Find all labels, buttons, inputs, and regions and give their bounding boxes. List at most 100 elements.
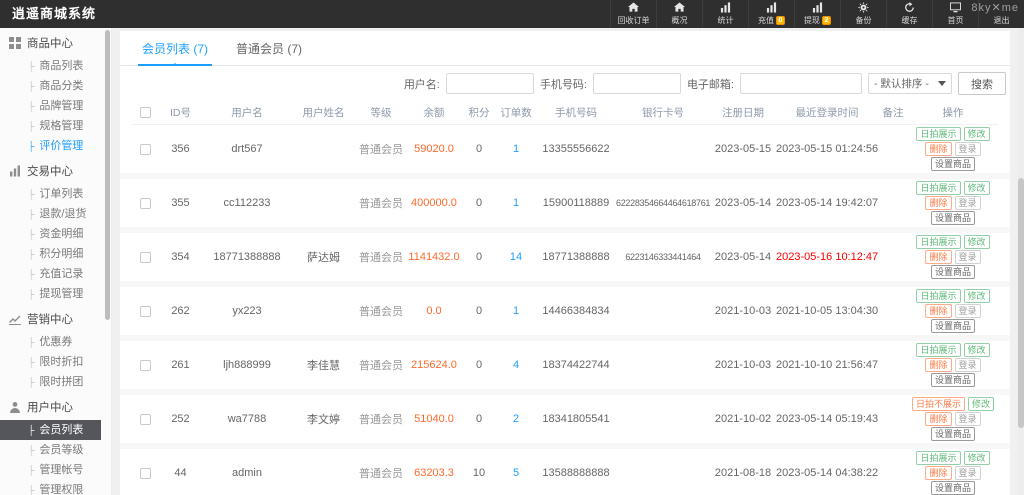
- sidebar-item-goods-list[interactable]: ├ 商品列表: [0, 56, 111, 76]
- row-checkbox[interactable]: [139, 305, 151, 317]
- sidebar-item-funds-detail[interactable]: ├ 资金明细: [0, 224, 111, 244]
- select-all-checkbox[interactable]: [139, 107, 151, 119]
- delete-button[interactable]: 删除: [925, 142, 952, 156]
- cell-id: 356: [171, 143, 190, 155]
- cell-orders[interactable]: 2: [496, 413, 536, 425]
- display-toggle-button[interactable]: 日拍不展示: [911, 397, 965, 411]
- sidebar-item-order-list[interactable]: ├ 订单列表: [0, 184, 111, 204]
- sidebar-item-admin-perms[interactable]: ├ 管理权限: [0, 480, 111, 495]
- search-button[interactable]: 搜索: [958, 72, 1006, 95]
- set-goods-button[interactable]: 设置商品: [930, 481, 975, 495]
- nav-item-recycle-orders[interactable]: 回收订单: [610, 0, 656, 28]
- action-line-1: 日拍展示 修改: [916, 451, 990, 465]
- set-goods-button[interactable]: 设置商品: [930, 157, 975, 171]
- modify-button[interactable]: 修改: [963, 343, 990, 357]
- modify-button[interactable]: 修改: [968, 397, 995, 411]
- set-goods-button[interactable]: 设置商品: [930, 265, 975, 279]
- sidebar-section-header-trade-center[interactable]: 交易中心: [0, 156, 111, 184]
- row-checkbox[interactable]: [139, 251, 151, 263]
- display-toggle-button[interactable]: 日拍展示: [916, 181, 961, 195]
- sidebar-item-coupons[interactable]: ├ 优惠券: [0, 332, 111, 352]
- sidebar-scrollbar-thumb[interactable]: [105, 30, 110, 320]
- cell-orders[interactable]: 1: [496, 143, 536, 155]
- sidebar-section-header-marketing-center[interactable]: 营销中心: [0, 304, 111, 332]
- modify-button[interactable]: 修改: [963, 451, 990, 465]
- login-button[interactable]: 登录: [954, 196, 981, 210]
- nav-item-backup[interactable]: 备份: [840, 0, 886, 28]
- search-input-username[interactable]: [445, 73, 534, 94]
- search-input-phone[interactable]: [592, 73, 681, 94]
- modify-button[interactable]: 修改: [963, 181, 990, 195]
- row-checkbox-cell: [132, 359, 158, 371]
- search-input-email[interactable]: [740, 73, 862, 94]
- sidebar-item-admin-account[interactable]: ├ 管理帐号: [0, 460, 111, 480]
- sidebar-item-goods-category[interactable]: ├ 商品分类: [0, 76, 111, 96]
- cell-orders[interactable]: 1: [496, 197, 536, 209]
- cell-orders[interactable]: 4: [496, 359, 536, 371]
- sidebar-item-points-detail[interactable]: ├ 积分明细: [0, 244, 111, 264]
- nav-item-cache[interactable]: 缓存: [886, 0, 932, 28]
- sidebar-item-label: 评价管理: [39, 140, 84, 152]
- display-toggle-button[interactable]: 日拍展示: [916, 235, 961, 249]
- set-goods-button[interactable]: 设置商品: [930, 319, 975, 333]
- cell-orders[interactable]: 5: [496, 467, 536, 479]
- cell-orders[interactable]: 14: [496, 251, 536, 263]
- modify-button[interactable]: 修改: [963, 289, 990, 303]
- sidebar-section-header-goods-center[interactable]: 商品中心: [0, 28, 111, 56]
- login-button[interactable]: 登录: [954, 466, 981, 480]
- tree-branch-icon: ├: [28, 141, 35, 151]
- page-scrollbar-thumb[interactable]: [1018, 178, 1024, 428]
- login-button[interactable]: 登录: [954, 250, 981, 264]
- sidebar-item-spec-manage[interactable]: ├ 规格管理: [0, 116, 111, 136]
- login-button[interactable]: 登录: [954, 142, 981, 156]
- row-checkbox[interactable]: [139, 467, 151, 479]
- cell-orders[interactable]: 1: [496, 305, 536, 317]
- cell-balance: 400000.0: [411, 197, 457, 209]
- row-checkbox[interactable]: [139, 413, 151, 425]
- delete-button[interactable]: 删除: [925, 358, 952, 372]
- set-goods-button[interactable]: 设置商品: [930, 427, 975, 441]
- tab-normal-members[interactable]: 普通会员 (7): [222, 31, 316, 65]
- set-goods-button[interactable]: 设置商品: [930, 211, 975, 225]
- sidebar-item-member-level[interactable]: ├ 会员等级: [0, 440, 111, 460]
- sidebar-item-flash-discount[interactable]: ├ 限时折扣: [0, 352, 111, 372]
- modify-button[interactable]: 修改: [963, 127, 990, 141]
- sidebar-item-review-manage[interactable]: ├ 评价管理: [0, 136, 111, 156]
- row-checkbox-cell: [132, 143, 158, 155]
- display-toggle-button[interactable]: 日拍展示: [916, 343, 961, 357]
- nav-item-overview[interactable]: 概况: [656, 0, 702, 28]
- display-toggle-button[interactable]: 日拍展示: [916, 127, 961, 141]
- row-checkbox[interactable]: [139, 197, 151, 209]
- delete-button[interactable]: 删除: [925, 466, 952, 480]
- display-toggle-button[interactable]: 日拍展示: [916, 451, 961, 465]
- nav-item-recharge[interactable]: 充值 0: [748, 0, 794, 28]
- sidebar-item-refund-return[interactable]: ├ 退款/退货: [0, 204, 111, 224]
- display-toggle-button[interactable]: 日拍展示: [916, 289, 961, 303]
- delete-button[interactable]: 删除: [925, 250, 952, 264]
- sidebar-item-member-list[interactable]: ├ 会员列表: [0, 420, 101, 440]
- delete-button[interactable]: 删除: [925, 304, 952, 318]
- tab-member-list[interactable]: 会员列表 (7): [128, 31, 222, 66]
- nav-item-statistics[interactable]: 统计: [702, 0, 748, 28]
- sidebar-item-brand-manage[interactable]: ├ 品牌管理: [0, 96, 111, 116]
- login-button[interactable]: 登录: [954, 412, 981, 426]
- column-header: 备注: [882, 107, 904, 119]
- sidebar-item-recharge-record[interactable]: ├ 充值记录: [0, 264, 111, 284]
- sidebar-item-group-buy[interactable]: ├ 限时拼团: [0, 372, 111, 392]
- login-button[interactable]: 登录: [954, 358, 981, 372]
- sidebar-item-withdraw-manage[interactable]: ├ 提现管理: [0, 284, 111, 304]
- login-button[interactable]: 登录: [954, 304, 981, 318]
- row-checkbox[interactable]: [139, 143, 151, 155]
- delete-button[interactable]: 删除: [925, 412, 952, 426]
- modify-button[interactable]: 修改: [963, 235, 990, 249]
- nav-item-label: 回收订单: [618, 15, 650, 26]
- sort-select[interactable]: - 默认排序 -: [868, 73, 952, 94]
- search-label-username: 用户名:: [403, 78, 440, 91]
- cell-username: drt567: [231, 143, 263, 155]
- delete-button[interactable]: 删除: [925, 196, 952, 210]
- nav-item-withdraw[interactable]: 提现 2: [794, 0, 840, 28]
- set-goods-button[interactable]: 设置商品: [930, 373, 975, 387]
- row-checkbox[interactable]: [139, 359, 151, 371]
- sidebar-section-header-user-center[interactable]: 用户中心: [0, 392, 111, 420]
- table-row: 355 cc112233 普通会员 400000.0 0 1 15900118889 6222…: [132, 179, 998, 227]
